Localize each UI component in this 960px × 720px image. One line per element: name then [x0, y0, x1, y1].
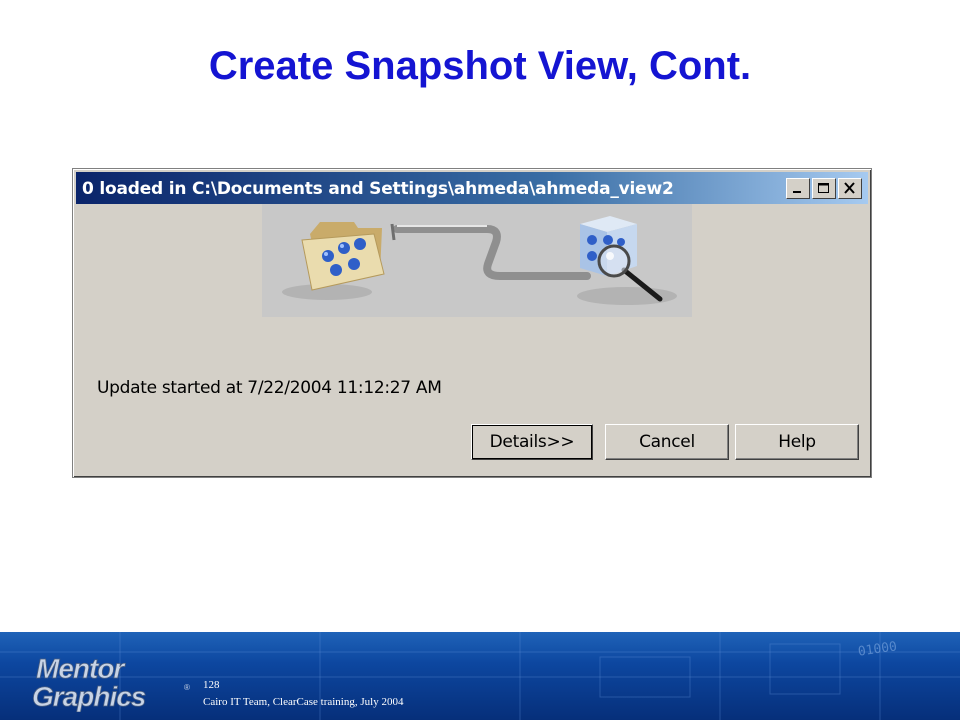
transfer-pipe-icon — [390, 223, 591, 280]
help-button[interactable]: Help — [735, 424, 859, 460]
footer-caption: Cairo IT Team, ClearCase training, July … — [203, 696, 404, 708]
update-dialog: 0 loaded in C:\Documents and Settings\ah… — [72, 168, 872, 478]
slide-footer: 01000 Mentor Graphics ® 128 Cairo IT Tea… — [0, 632, 960, 720]
svg-text:Graphics: Graphics — [32, 681, 146, 712]
svg-text:®: ® — [184, 683, 190, 692]
details-button[interactable]: Details>> — [471, 424, 593, 460]
dialog-titlebar[interactable]: 0 loaded in C:\Documents and Settings\ah… — [76, 172, 868, 204]
folder-icon — [301, 222, 385, 291]
caption-buttons — [784, 178, 862, 199]
maximize-button[interactable] — [812, 178, 836, 199]
close-icon — [844, 182, 855, 194]
close-button[interactable] — [838, 178, 862, 199]
mentor-graphics-logo: Mentor Graphics ® — [32, 654, 190, 712]
minimize-button[interactable] — [786, 178, 810, 199]
maximize-icon — [818, 183, 829, 193]
update-status-text: Update started at 7/22/2004 11:12:27 AM — [97, 378, 442, 398]
cancel-button[interactable]: Cancel — [605, 424, 729, 460]
svg-text:Mentor: Mentor — [36, 654, 126, 684]
dialog-title: 0 loaded in C:\Documents and Settings\ah… — [82, 179, 674, 199]
slide-title: Create Snapshot View, Cont. — [208, 44, 752, 88]
minimize-icon — [793, 191, 801, 193]
transfer-animation — [262, 204, 692, 317]
page-number: 128 — [203, 679, 220, 691]
